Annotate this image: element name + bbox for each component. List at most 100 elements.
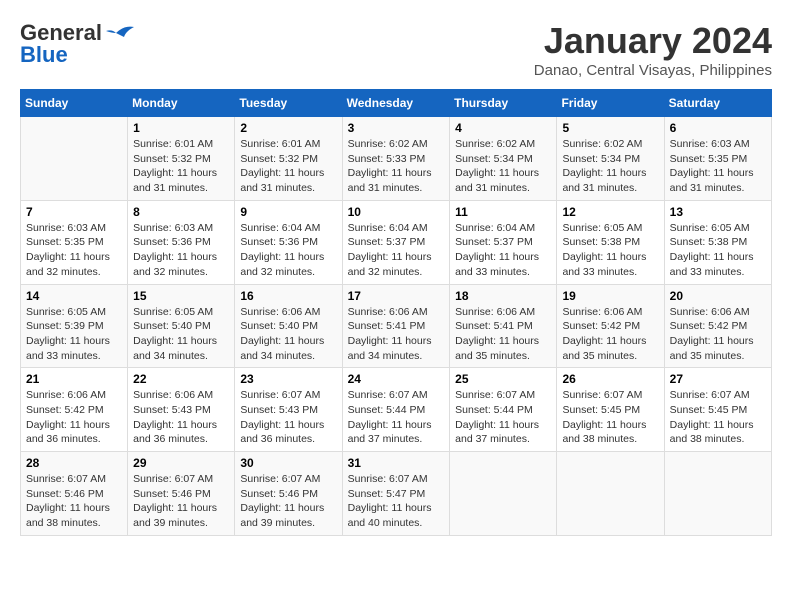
calendar-cell <box>450 452 557 536</box>
day-detail: Sunrise: 6:07 AMSunset: 5:44 PMDaylight:… <box>455 388 551 447</box>
calendar-cell: 31 Sunrise: 6:07 AMSunset: 5:47 PMDayligh… <box>342 452 450 536</box>
calendar-cell: 13 Sunrise: 6:05 AMSunset: 5:38 PMDayligh… <box>664 200 771 284</box>
day-detail: Sunrise: 6:07 AMSunset: 5:47 PMDaylight:… <box>348 472 445 531</box>
calendar-cell: 11 Sunrise: 6:04 AMSunset: 5:37 PMDayligh… <box>450 200 557 284</box>
calendar-cell: 27 Sunrise: 6:07 AMSunset: 5:45 PMDayligh… <box>664 368 771 452</box>
day-number: 23 <box>240 372 336 386</box>
day-detail: Sunrise: 6:04 AMSunset: 5:36 PMDaylight:… <box>240 221 336 280</box>
calendar-cell: 8 Sunrise: 6:03 AMSunset: 5:36 PMDaylight… <box>128 200 235 284</box>
month-title: January 2024 <box>534 20 772 62</box>
calendar-cell: 14Sunrise: 6:05 AMSunset: 5:39 PMDayligh… <box>21 284 128 368</box>
header-saturday: Saturday <box>664 90 771 117</box>
day-detail: Sunrise: 6:02 AMSunset: 5:33 PMDaylight:… <box>348 137 445 196</box>
calendar-cell: 22Sunrise: 6:06 AMSunset: 5:43 PMDayligh… <box>128 368 235 452</box>
day-detail: Sunrise: 6:04 AMSunset: 5:37 PMDaylight:… <box>455 221 551 280</box>
calendar-cell: 21 Sunrise: 6:06 AMSunset: 5:42 PMDayligh… <box>21 368 128 452</box>
day-number: 21 <box>26 372 122 386</box>
day-detail: Sunrise: 6:04 AMSunset: 5:37 PMDaylight:… <box>348 221 445 280</box>
calendar-cell: 5 Sunrise: 6:02 AMSunset: 5:34 PMDaylight… <box>557 117 664 201</box>
day-detail: Sunrise: 6:07 AMSunset: 5:43 PMDaylight:… <box>240 388 336 447</box>
day-detail: Sunrise: 6:06 AMSunset: 5:42 PMDaylight:… <box>26 388 122 447</box>
day-number: 1 <box>133 121 229 135</box>
day-detail: Sunrise: 6:07 AMSunset: 5:46 PMDaylight:… <box>26 472 122 531</box>
calendar-cell <box>557 452 664 536</box>
day-number: 12 <box>562 205 658 219</box>
day-number: 5 <box>562 121 658 135</box>
header-wednesday: Wednesday <box>342 90 450 117</box>
calendar-cell: 25 Sunrise: 6:07 AMSunset: 5:44 PMDayligh… <box>450 368 557 452</box>
day-number: 22 <box>133 372 229 386</box>
calendar-cell: 3 Sunrise: 6:02 AMSunset: 5:33 PMDaylight… <box>342 117 450 201</box>
day-number: 19 <box>562 289 658 303</box>
calendar-cell <box>21 117 128 201</box>
calendar-cell: 26Sunrise: 6:07 AMSunset: 5:45 PMDayligh… <box>557 368 664 452</box>
day-number: 16 <box>240 289 336 303</box>
calendar-table: SundayMondayTuesdayWednesdayThursdayFrid… <box>20 89 772 536</box>
day-detail: Sunrise: 6:03 AMSunset: 5:35 PMDaylight:… <box>670 137 766 196</box>
day-number: 28 <box>26 456 122 470</box>
day-number: 25 <box>455 372 551 386</box>
calendar-cell: 16 Sunrise: 6:06 AMSunset: 5:40 PMDayligh… <box>235 284 342 368</box>
calendar-cell: 20 Sunrise: 6:06 AMSunset: 5:42 PMDayligh… <box>664 284 771 368</box>
calendar-cell: 17Sunrise: 6:06 AMSunset: 5:41 PMDayligh… <box>342 284 450 368</box>
calendar-cell: 28 Sunrise: 6:07 AMSunset: 5:46 PMDayligh… <box>21 452 128 536</box>
day-detail: Sunrise: 6:07 AMSunset: 5:45 PMDaylight:… <box>562 388 658 447</box>
day-number: 2 <box>240 121 336 135</box>
day-number: 11 <box>455 205 551 219</box>
week-row-2: 7Sunrise: 6:03 AMSunset: 5:35 PMDaylight… <box>21 200 772 284</box>
calendar-cell <box>664 452 771 536</box>
day-detail: Sunrise: 6:02 AMSunset: 5:34 PMDaylight:… <box>562 137 658 196</box>
day-number: 15 <box>133 289 229 303</box>
day-detail: Sunrise: 6:07 AMSunset: 5:45 PMDaylight:… <box>670 388 766 447</box>
day-number: 8 <box>133 205 229 219</box>
header-tuesday: Tuesday <box>235 90 342 117</box>
day-number: 6 <box>670 121 766 135</box>
calendar-cell: 4Sunrise: 6:02 AMSunset: 5:34 PMDaylight… <box>450 117 557 201</box>
day-detail: Sunrise: 6:07 AMSunset: 5:46 PMDaylight:… <box>133 472 229 531</box>
week-row-1: 1 Sunrise: 6:01 AMSunset: 5:32 PMDaylight… <box>21 117 772 201</box>
calendar-header-row: SundayMondayTuesdayWednesdayThursdayFrid… <box>21 90 772 117</box>
day-number: 13 <box>670 205 766 219</box>
location: Danao, Central Visayas, Philippines <box>534 62 772 79</box>
logo: General Blue <box>20 20 134 68</box>
logo-bird-icon <box>106 23 134 43</box>
week-row-5: 28 Sunrise: 6:07 AMSunset: 5:46 PMDayligh… <box>21 452 772 536</box>
header-monday: Monday <box>128 90 235 117</box>
calendar-cell: 2Sunrise: 6:01 AMSunset: 5:32 PMDaylight… <box>235 117 342 201</box>
day-number: 3 <box>348 121 445 135</box>
calendar-cell: 24Sunrise: 6:07 AMSunset: 5:44 PMDayligh… <box>342 368 450 452</box>
day-detail: Sunrise: 6:02 AMSunset: 5:34 PMDaylight:… <box>455 137 551 196</box>
day-number: 27 <box>670 372 766 386</box>
calendar-cell: 23 Sunrise: 6:07 AMSunset: 5:43 PMDayligh… <box>235 368 342 452</box>
day-detail: Sunrise: 6:07 AMSunset: 5:46 PMDaylight:… <box>240 472 336 531</box>
day-number: 20 <box>670 289 766 303</box>
day-number: 30 <box>240 456 336 470</box>
day-detail: Sunrise: 6:05 AMSunset: 5:38 PMDaylight:… <box>670 221 766 280</box>
day-detail: Sunrise: 6:06 AMSunset: 5:42 PMDaylight:… <box>670 305 766 364</box>
week-row-3: 14Sunrise: 6:05 AMSunset: 5:39 PMDayligh… <box>21 284 772 368</box>
calendar-cell: 9Sunrise: 6:04 AMSunset: 5:36 PMDaylight… <box>235 200 342 284</box>
calendar-cell: 15 Sunrise: 6:05 AMSunset: 5:40 PMDayligh… <box>128 284 235 368</box>
day-number: 24 <box>348 372 445 386</box>
day-number: 29 <box>133 456 229 470</box>
calendar-cell: 29 Sunrise: 6:07 AMSunset: 5:46 PMDayligh… <box>128 452 235 536</box>
day-detail: Sunrise: 6:06 AMSunset: 5:40 PMDaylight:… <box>240 305 336 364</box>
day-detail: Sunrise: 6:05 AMSunset: 5:38 PMDaylight:… <box>562 221 658 280</box>
day-number: 31 <box>348 456 445 470</box>
calendar-cell: 1 Sunrise: 6:01 AMSunset: 5:32 PMDaylight… <box>128 117 235 201</box>
day-detail: Sunrise: 6:05 AMSunset: 5:39 PMDaylight:… <box>26 305 122 364</box>
page-header: General Blue January 2024 Danao, Central… <box>20 20 772 79</box>
day-detail: Sunrise: 6:01 AMSunset: 5:32 PMDaylight:… <box>133 137 229 196</box>
day-detail: Sunrise: 6:05 AMSunset: 5:40 PMDaylight:… <box>133 305 229 364</box>
day-detail: Sunrise: 6:03 AMSunset: 5:36 PMDaylight:… <box>133 221 229 280</box>
calendar-cell: 10 Sunrise: 6:04 AMSunset: 5:37 PMDayligh… <box>342 200 450 284</box>
logo-blue-text: Blue <box>20 42 68 68</box>
title-area: January 2024 Danao, Central Visayas, Phi… <box>534 20 772 79</box>
day-detail: Sunrise: 6:06 AMSunset: 5:41 PMDaylight:… <box>348 305 445 364</box>
header-friday: Friday <box>557 90 664 117</box>
day-detail: Sunrise: 6:06 AMSunset: 5:41 PMDaylight:… <box>455 305 551 364</box>
day-number: 10 <box>348 205 445 219</box>
day-number: 7 <box>26 205 122 219</box>
calendar-cell: 18Sunrise: 6:06 AMSunset: 5:41 PMDayligh… <box>450 284 557 368</box>
header-sunday: Sunday <box>21 90 128 117</box>
